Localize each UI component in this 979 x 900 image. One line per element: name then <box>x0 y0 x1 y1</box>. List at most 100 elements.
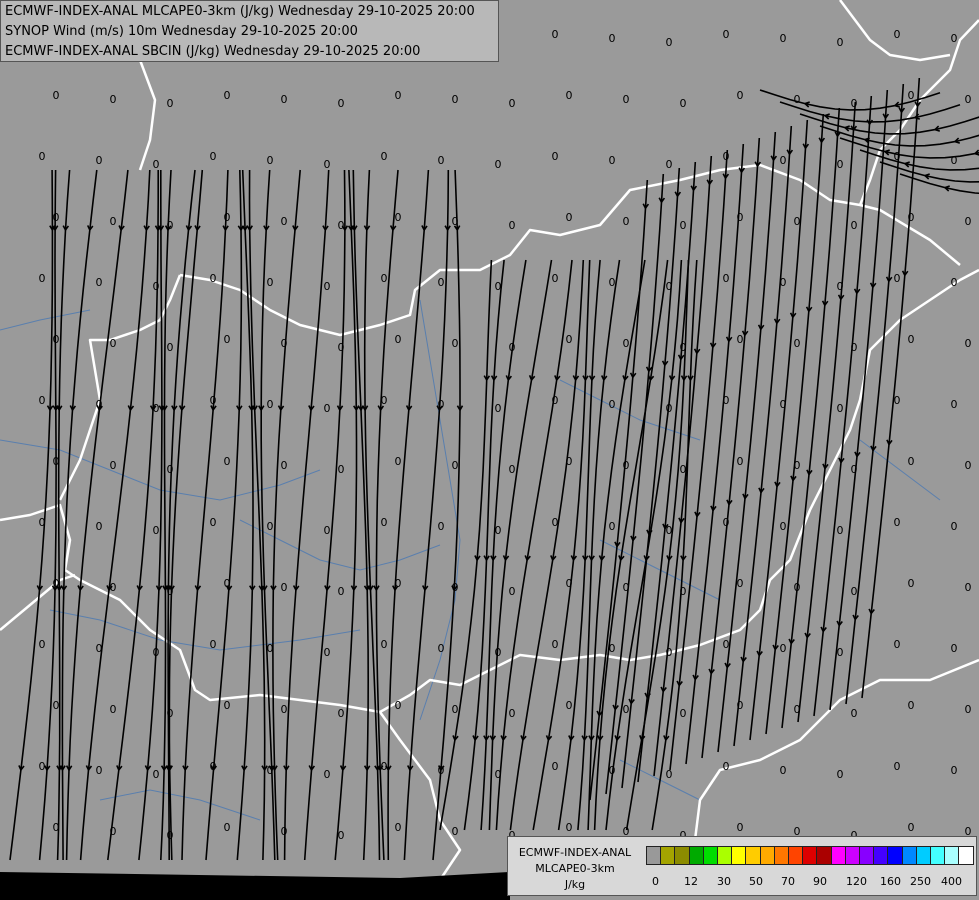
sbcin-value-label: 0 <box>395 211 402 224</box>
sbcin-value-label: 0 <box>894 516 901 529</box>
sbcin-value-label: 0 <box>794 459 801 472</box>
sbcin-value-label: 0 <box>666 280 673 293</box>
sbcin-value-label: 0 <box>96 154 103 167</box>
sbcin-value-label: 0 <box>894 272 901 285</box>
sbcin-value-label: 0 <box>110 581 117 594</box>
sbcin-value-label: 0 <box>780 520 787 533</box>
sbcin-value-label: 0 <box>324 158 331 171</box>
sbcin-value-label: 0 <box>281 581 288 594</box>
sbcin-value-label: 0 <box>438 154 445 167</box>
sbcin-value-label: 0 <box>609 32 616 45</box>
sbcin-value-label: 0 <box>951 642 958 655</box>
sbcin-value-label: 0 <box>737 699 744 712</box>
sbcin-value-label: 0 <box>894 150 901 163</box>
sbcin-value-label: 0 <box>680 97 687 110</box>
sbcin-value-label: 0 <box>851 341 858 354</box>
sbcin-value-label: 0 <box>837 524 844 537</box>
legend-swatch <box>958 846 975 865</box>
sbcin-value-label: 0 <box>452 581 459 594</box>
sbcin-value-label: 0 <box>438 764 445 777</box>
sbcin-value-label: 0 <box>324 280 331 293</box>
sbcin-value-label: 0 <box>552 394 559 407</box>
legend-tick-label: 120 <box>846 875 867 888</box>
sbcin-value-label: 0 <box>110 825 117 838</box>
sbcin-value-label: 0 <box>495 280 502 293</box>
sbcin-value-label: 0 <box>609 520 616 533</box>
sbcin-value-label: 0 <box>224 89 231 102</box>
sbcin-value-label: 0 <box>324 402 331 415</box>
sbcin-value-label: 0 <box>609 642 616 655</box>
map-title-box: ECMWF-INDEX-ANAL MLCAPE0-3km (J/kg) Wedn… <box>0 0 499 62</box>
sbcin-value-label: 0 <box>837 36 844 49</box>
sbcin-value-label: 0 <box>381 516 388 529</box>
sbcin-value-label: 0 <box>509 219 516 232</box>
legend-tick-label: 160 <box>880 875 901 888</box>
sbcin-value-label: 0 <box>780 764 787 777</box>
sbcin-value-label: 0 <box>609 764 616 777</box>
sbcin-value-label: 0 <box>96 642 103 655</box>
sbcin-value-label: 0 <box>552 272 559 285</box>
sbcin-value-label: 0 <box>495 646 502 659</box>
sbcin-value-label: 0 <box>737 333 744 346</box>
sbcin-value-label: 0 <box>495 158 502 171</box>
sbcin-value-label: 0 <box>338 97 345 110</box>
sbcin-value-label: 0 <box>623 337 630 350</box>
sbcin-value-label: 0 <box>680 463 687 476</box>
sbcin-value-label: 0 <box>267 764 274 777</box>
sbcin-value-label: 0 <box>53 821 60 834</box>
sbcin-value-label: 0 <box>780 276 787 289</box>
sbcin-value-label: 0 <box>281 337 288 350</box>
sbcin-value-label: 0 <box>224 577 231 590</box>
sbcin-value-label: 0 <box>53 211 60 224</box>
sbcin-value-label: 0 <box>495 524 502 537</box>
sbcin-value-label: 0 <box>438 642 445 655</box>
sbcin-value-label: 0 <box>894 760 901 773</box>
sbcin-value-label: 0 <box>837 768 844 781</box>
sbcin-value-label: 0 <box>167 341 174 354</box>
sbcin-value-label: 0 <box>53 333 60 346</box>
title-mlcape: ECMWF-INDEX-ANAL MLCAPE0-3km (J/kg) Wedn… <box>5 4 475 19</box>
sbcin-value-label: 0 <box>908 455 915 468</box>
sbcin-value-label: 0 <box>452 459 459 472</box>
sbcin-value-label: 0 <box>438 398 445 411</box>
sbcin-value-label: 0 <box>723 516 730 529</box>
sbcin-value-label: 0 <box>224 333 231 346</box>
sbcin-value-label: 0 <box>666 36 673 49</box>
sbcin-value-label: 0 <box>609 276 616 289</box>
sbcin-value-label: 0 <box>110 703 117 716</box>
title-sbcin: ECMWF-INDEX-ANAL SBCIN (J/kg) Wednesday … <box>5 44 421 59</box>
sbcin-value-label: 0 <box>951 764 958 777</box>
sbcin-value-label: 0 <box>851 97 858 110</box>
sbcin-value-label: 0 <box>837 158 844 171</box>
sbcin-value-label: 0 <box>381 394 388 407</box>
sbcin-value-label: 0 <box>495 768 502 781</box>
sbcin-value-label: 0 <box>153 524 160 537</box>
sbcin-value-label: 0 <box>167 97 174 110</box>
sbcin-value-label: 0 <box>224 211 231 224</box>
sbcin-value-label: 0 <box>338 463 345 476</box>
sbcin-value-label: 0 <box>680 707 687 720</box>
sbcin-value-label: 0 <box>623 703 630 716</box>
sbcin-value-label: 0 <box>723 272 730 285</box>
sbcin-value-label: 0 <box>566 89 573 102</box>
sbcin-value-label: 0 <box>666 158 673 171</box>
sbcin-value-label: 0 <box>623 215 630 228</box>
sbcin-value-label: 0 <box>780 154 787 167</box>
sbcin-value-label: 0 <box>951 276 958 289</box>
legend-tick-label: 30 <box>717 875 731 888</box>
sbcin-value-label: 0 <box>210 760 217 773</box>
sbcin-value-label: 0 <box>110 337 117 350</box>
sbcin-value-label: 0 <box>908 211 915 224</box>
sbcin-value-label: 0 <box>609 398 616 411</box>
sbcin-value-label: 0 <box>96 276 103 289</box>
sbcin-value-label: 0 <box>452 215 459 228</box>
sbcin-value-label: 0 <box>224 699 231 712</box>
sbcin-value-label: 0 <box>794 337 801 350</box>
sbcin-value-label: 0 <box>167 463 174 476</box>
sbcin-value-label: 0 <box>395 821 402 834</box>
sbcin-value-label: 0 <box>780 32 787 45</box>
sbcin-value-label: 0 <box>267 520 274 533</box>
sbcin-value-label: 0 <box>566 699 573 712</box>
sbcin-value-label: 0 <box>552 638 559 651</box>
sbcin-value-label: 0 <box>566 333 573 346</box>
